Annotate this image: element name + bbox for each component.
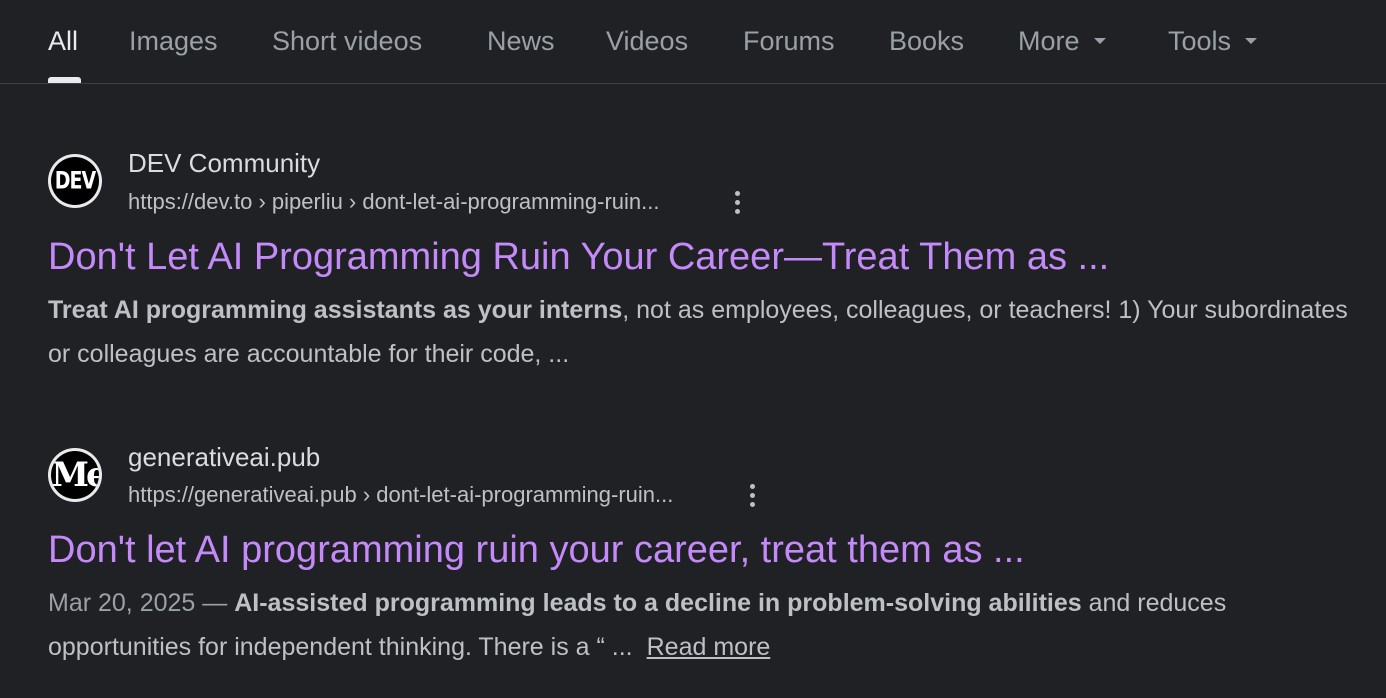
result-snippet: Treat AI programming assistants as your … — [48, 288, 1348, 376]
more-options-icon[interactable] — [743, 482, 763, 510]
caret-down-icon — [1245, 37, 1258, 44]
result-url[interactable]: https://dev.to › piperliu › dont-let-ai-… — [128, 188, 659, 216]
result-url[interactable]: https://generativeai.pub › dont-let-ai-p… — [128, 481, 673, 509]
tab-forums[interactable]: Forums — [743, 24, 835, 58]
read-more-link[interactable]: Read more — [647, 633, 771, 661]
result-title-link[interactable]: Don't Let AI Programming Ruin Your Caree… — [48, 234, 1109, 280]
snippet-highlight: Treat AI programming assistants as your … — [48, 296, 623, 324]
tab-videos[interactable]: Videos — [606, 24, 688, 58]
active-tab-indicator — [48, 77, 81, 83]
date-separator: — — [195, 589, 235, 617]
site-name[interactable]: generativeai.pub — [128, 441, 320, 473]
tab-books[interactable]: Books — [889, 24, 964, 58]
dev-logo-icon: DEV — [51, 157, 99, 205]
tools-label: Tools — [1168, 26, 1232, 56]
tab-news[interactable]: News — [487, 24, 555, 58]
search-tabs-bar: All Images Short videos News Videos Foru… — [0, 0, 1386, 84]
medium-logo-icon: Me — [51, 451, 99, 499]
result-snippet: Mar 20, 2025 — AI-assisted programming l… — [48, 581, 1348, 669]
favicon-text: Me — [51, 455, 99, 495]
tools-button[interactable]: Tools — [1168, 24, 1258, 58]
search-result: DEV DEV Community https://dev.to › piper… — [48, 145, 1348, 375]
favicon-text: DEV — [54, 167, 96, 195]
result-date: Mar 20, 2025 — [48, 589, 196, 617]
tab-short-videos[interactable]: Short videos — [272, 24, 422, 58]
tab-all[interactable]: All — [48, 24, 78, 58]
site-name[interactable]: DEV Community — [128, 147, 320, 179]
search-result: Me generativeai.pub https://generativeai… — [48, 438, 1348, 688]
tab-more-label: More — [1018, 26, 1080, 56]
result-title-link[interactable]: Don't let AI programming ruin your caree… — [48, 527, 1025, 573]
tab-images[interactable]: Images — [129, 24, 218, 58]
tab-more[interactable]: More — [1018, 24, 1106, 58]
caret-down-icon — [1093, 37, 1106, 44]
site-favicon[interactable]: Me — [48, 448, 102, 502]
site-favicon[interactable]: DEV — [48, 154, 102, 208]
snippet-highlight: AI-assisted programming leads to a decli… — [234, 589, 1082, 617]
more-options-icon[interactable] — [728, 189, 748, 217]
